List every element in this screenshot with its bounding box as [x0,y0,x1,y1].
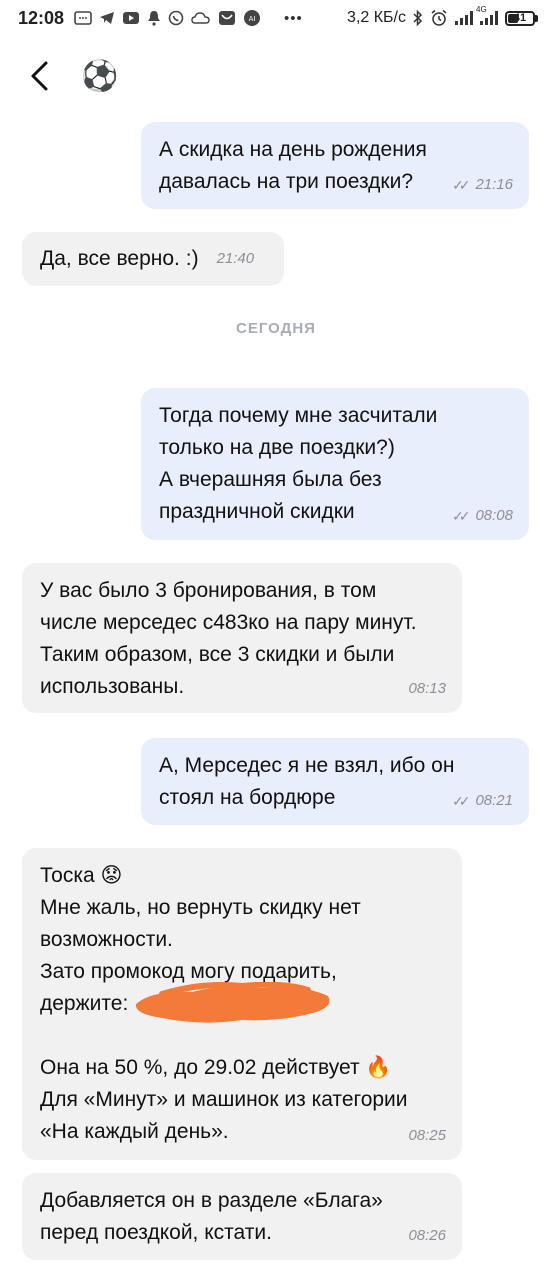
battery-level: 41 [513,12,527,24]
telegram-icon [100,12,115,24]
back-button[interactable] [0,40,80,112]
message-bubble-incoming[interactable]: Добавляется он в разделе «Блага» перед п… [22,1173,462,1260]
notification-icon [148,11,161,26]
status-time: 12:08 [18,7,65,28]
message-bubble-outgoing[interactable]: А, Мерседес я не взял, ибо он стоял на б… [141,738,529,825]
message-text: Добавляется он в разделе «Блага» перед п… [40,1189,383,1244]
message-text: У вас было 3 бронирования, в том числе м… [40,579,417,698]
alarm-icon [431,9,447,26]
message-text: Да, все верно. :) [40,247,199,270]
weather-icon [191,12,210,24]
message-meta: ✓✓ 08:08 [451,507,513,525]
mail-icon [219,11,236,25]
message-bubble-outgoing[interactable]: Тогда почему мне засчитали только на две… [141,388,529,540]
message-bubble-outgoing[interactable]: А скидка на день рождения давалась на тр… [141,122,529,209]
message-meta: 08:26 [408,1228,446,1244]
battery-icon: 41 [505,10,538,26]
youtube-icon [123,12,140,24]
message-bubble-incoming[interactable]: Да, все верно. :) 21:40 [22,232,284,286]
bluetooth-icon [413,10,423,26]
message-time: 21:16 [475,176,513,193]
message-time: 08:25 [408,1127,446,1144]
message-meta: ✓✓ 08:21 [451,792,513,810]
redaction-scribble [135,982,330,1023]
message-meta: ✓✓ 21:16 [451,176,513,194]
message-time: 08:21 [475,792,513,809]
signal-icon [455,11,473,25]
message-time: 08:08 [475,507,513,524]
message-time: 21:40 [216,250,255,267]
message-bubble-incoming[interactable]: У вас было 3 бронирования, в том числе м… [22,563,462,713]
read-check-icon: ✓✓ [451,793,471,809]
whatsapp-icon [168,10,184,26]
svg-text:AI: AI [249,15,256,23]
chat-avatar[interactable]: ⚽ [80,56,120,96]
message-meta: 08:25 [408,1128,446,1144]
net-speed: 3,2 КБ/с [347,9,406,26]
more-notifications-icon: ••• [284,9,303,27]
network-type: 4G [476,5,487,14]
message-meta: 21:40 [217,251,255,267]
back-arrow-icon [31,61,48,91]
notification-icons: AI ••• [74,9,303,27]
read-check-icon: ✓✓ [451,177,471,193]
status-bar: 12:08 AI ••• 3,2 КБ/с 4G 41 [0,0,552,36]
message-meta: 08:13 [408,681,446,697]
soccer-ball-icon: ⚽ [81,59,119,93]
app-icon: AI [244,10,261,26]
message-time: 08:26 [408,1227,446,1244]
message-icon [74,11,92,25]
chat-header: ⚽ [0,40,552,112]
message-time: 08:13 [408,680,446,697]
date-separator: СЕГОДНЯ [236,320,316,337]
read-check-icon: ✓✓ [451,508,471,524]
